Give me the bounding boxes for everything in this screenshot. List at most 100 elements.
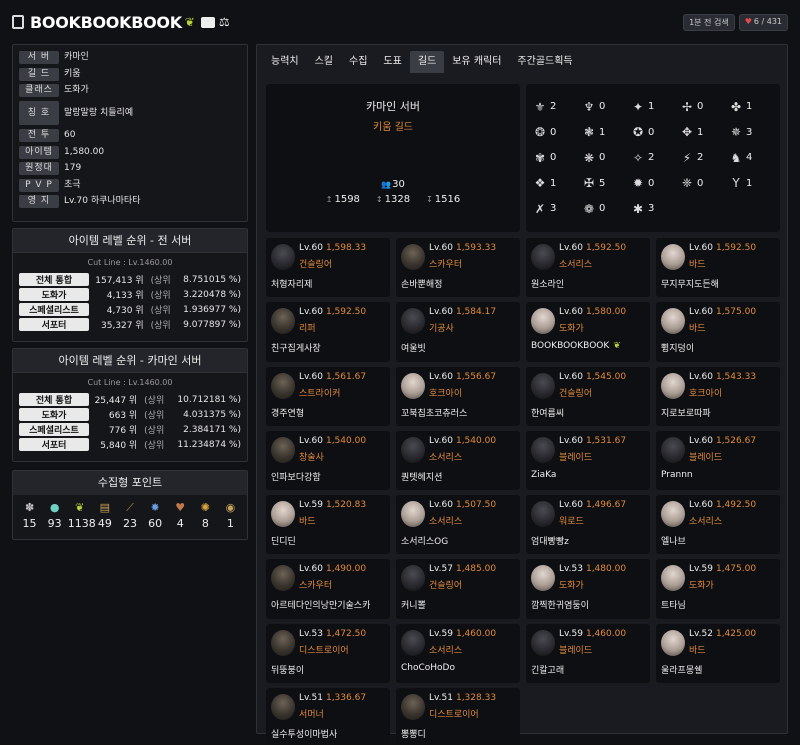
member-name: 울라프몽쉘 — [661, 663, 702, 676]
info-value: 카마인 — [64, 52, 89, 63]
rank-percent: 3.220478 %) — [183, 289, 241, 300]
tab-0[interactable]: 능력치 — [263, 51, 307, 73]
class-count-item: ♆ 0 — [581, 94, 630, 120]
member-card[interactable]: Lv.60 1,496.67 워로드 엄대빵빵z — [526, 495, 650, 555]
member-card[interactable]: Lv.60 1,561.67 스트라이커 경주연형 — [266, 366, 390, 426]
member-name: ChoCoHoDo — [401, 663, 455, 673]
member-card[interactable]: Lv.60 1,492.50 소서리스 엘나브 — [656, 495, 780, 555]
tab-3[interactable]: 도표 — [375, 51, 409, 73]
member-item-level: 1,460.00 — [585, 628, 627, 639]
scale-icon[interactable]: ⚖ — [219, 15, 230, 29]
rank-server-cutline: Cut Line : Lv.1460.00 — [87, 378, 173, 387]
member-level: Lv.59 1,475.00 — [689, 564, 756, 574]
class-count-item: ✹ 0 — [630, 171, 679, 197]
member-card[interactable]: Lv.60 1,592.50 소서리스 원소라인 — [526, 238, 650, 298]
class-count: 1 — [599, 126, 606, 138]
member-item-level: 1,540.00 — [325, 435, 367, 446]
mokoko-seed-icon: ✽ — [24, 501, 35, 514]
member-card[interactable]: Lv.52 1,425.00 바드울라프몽쉘 — [656, 623, 780, 684]
member-item-level: 1,485.00 — [455, 564, 497, 575]
rank-top-label: (상위 — [144, 411, 165, 421]
collection-count: 8 — [201, 517, 209, 530]
member-card[interactable]: Lv.60 1,580.00 도화가 BOOKBOOKBOOK ❦ — [526, 302, 650, 362]
collection-count: 60 — [148, 517, 163, 530]
people-icon: 👥 — [381, 180, 392, 189]
class-count: 0 — [550, 152, 557, 164]
star-icon: ✸ — [150, 501, 160, 514]
info-row: 길 드 키움 — [19, 66, 241, 81]
member-card[interactable]: Lv.51 1,328.33 디스트로이어 뽕뽕디 — [396, 688, 520, 745]
member-card[interactable]: Lv.60 1,575.00 바드 쀵지덩이 — [656, 302, 780, 362]
member-card[interactable]: Lv.60 1,540.00 창술사 인파보다강함 — [266, 430, 390, 491]
member-card[interactable]: Lv.60 1,598.33 건슬링어 처형자리제 — [266, 238, 390, 298]
rank-top-label: (상위 — [150, 276, 171, 286]
member-class: 스카우터 — [299, 581, 333, 592]
guild-stat-2-value: 1328 — [384, 194, 411, 205]
member-level: Lv.60 1,580.00 — [559, 307, 626, 317]
member-card[interactable]: Lv.60 1,526.67 블레이드 Prannn — [656, 430, 780, 491]
tab-6[interactable]: 주간골드획득 — [509, 51, 580, 73]
book-icon — [12, 15, 24, 29]
member-level-value: Lv.60 — [299, 307, 323, 318]
member-card[interactable]: Lv.60 1,543.33 호크아이 지로보로따파 — [656, 366, 780, 426]
member-item-level: 1,556.67 — [455, 371, 497, 382]
member-item-level: 1,593.33 — [455, 243, 497, 253]
member-card[interactable]: Lv.60 1,592.50 리퍼 친구집게사장 — [266, 302, 390, 362]
avatar — [401, 244, 425, 270]
member-card[interactable]: Lv.60 1,593.33 스카우터 손바뿐해정 — [396, 238, 520, 298]
member-card[interactable]: Lv.60 1,584.17 기공사 여울빗 — [396, 302, 520, 362]
member-name-value: 울라프몽쉘 — [661, 665, 703, 676]
avatar — [401, 694, 425, 721]
member-card[interactable]: Lv.59 1,475.00 도화가 트타님 — [656, 559, 780, 619]
member-card[interactable]: Lv.59 1,460.00 소서리스 ChoCoHoDo — [396, 623, 520, 684]
member-name: 원소라인 — [531, 277, 564, 290]
tab-4[interactable]: 길드 — [409, 51, 445, 73]
member-card[interactable]: Lv.51 1,336.67 서머너 실수투성이마법사 — [266, 688, 390, 745]
member-class: 블레이드 — [689, 452, 723, 463]
top-bar: BOOKBOOKBOOK ❦ ⚖ 1분 전 검색 ♥ 6 / 431 — [12, 8, 788, 36]
warlord-icon: ⚜ — [534, 99, 546, 114]
member-card[interactable]: Lv.57 1,485.00 건슬링어 커니뽈 — [396, 559, 520, 619]
member-name-value: 소서리스OG — [401, 537, 449, 548]
member-name: 꼬북칩초코츄러스 — [401, 406, 467, 419]
rank-row: 전체 통합 157,413 위 (상위 8.751015 %) — [19, 273, 243, 286]
member-level-value: Lv.52 — [689, 628, 713, 639]
member-card[interactable]: Lv.59 1,460.00 블레이드 긴칼고래 — [526, 623, 650, 684]
rank-row: 도화가 663 위 (상위 4.031375 %) — [19, 408, 243, 421]
member-name-value: 엘나브 — [661, 537, 686, 548]
tab-1[interactable]: 스킬 — [307, 51, 341, 73]
member-card[interactable]: Lv.60 1,545.00 건슬링어 한여름씨 — [526, 366, 650, 426]
member-card[interactable]: Lv.60 1,507.50 소서리스 소서리스OG — [396, 495, 520, 555]
member-card[interactable]: Lv.53 1,472.50 디스트로이어 뒤뚱붕이 — [266, 623, 390, 684]
member-item-level: 1,425.00 — [715, 628, 757, 639]
tab-5[interactable]: 보유 캐릭터 — [444, 51, 509, 73]
class-count: 0 — [697, 101, 704, 113]
member-card[interactable]: Lv.60 1,531.67 블레이드 ZiaKa — [526, 430, 650, 491]
info-label: 아이템 — [19, 145, 59, 159]
class-count-item: ✤ 1 — [728, 94, 777, 120]
info-value: 60 — [64, 130, 76, 141]
member-name: 아르테다인의낭만기술스카 — [271, 598, 370, 611]
member-card[interactable]: Lv.60 1,490.00 스카우터 아르테다인의낭만기술스카 — [266, 559, 390, 619]
member-name-value: 딘디딘 — [271, 537, 296, 548]
member-level-value: Lv.57 — [429, 564, 453, 575]
class-count-item: ♞ 4 — [728, 145, 777, 171]
member-card[interactable]: Lv.53 1,480.00 도화가 깜찍한귀염둥이 — [526, 559, 650, 619]
member-card[interactable]: Lv.60 1,556.67 호크아이 꼬북칩초코츄러스 — [396, 366, 520, 426]
like-button[interactable]: ♥ 6 / 431 — [738, 13, 788, 31]
tab-2[interactable]: 수집 — [341, 51, 375, 73]
member-card[interactable]: Lv.59 1,520.83 바드 딘디딘 — [266, 495, 390, 555]
member-card[interactable]: Lv.60 1,592.50 바드 무지무지도든해 — [656, 238, 780, 298]
member-level: Lv.60 1,556.67 — [429, 372, 496, 382]
member-name-value: 친구집게사장 — [271, 344, 321, 355]
class-count: 0 — [648, 177, 655, 189]
mokoko-icon: ❦ — [75, 501, 85, 514]
member-name-value: 여울빗 — [401, 344, 426, 355]
member-card[interactable]: Lv.60 1,540.00 소서리스 퀀텟헤지션 — [396, 430, 520, 491]
member-class: 바드 — [689, 645, 706, 656]
rank-percent: 10.712181 %) — [177, 394, 241, 405]
id-card-icon[interactable] — [200, 16, 215, 28]
rank-row: 서포터 35,327 위 (상위 9.077897 %) — [19, 318, 243, 331]
avatar — [531, 308, 555, 335]
member-item-level: 1,492.50 — [715, 500, 757, 511]
